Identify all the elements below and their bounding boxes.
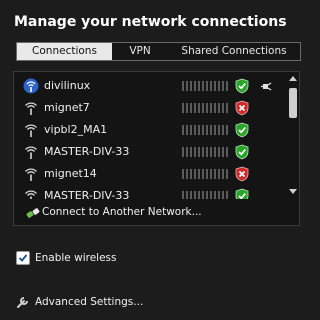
shield-check-icon bbox=[235, 188, 249, 199]
tab-shared-connections[interactable]: Shared Connections bbox=[168, 43, 300, 60]
network-name: mignet7 bbox=[44, 101, 90, 114]
network-name: divilinux bbox=[44, 79, 91, 92]
checkmark-icon bbox=[18, 254, 28, 262]
network-row-vipbl2-ma1[interactable]: vipbl2_MA1 bbox=[14, 119, 286, 141]
shield-x-icon bbox=[235, 100, 249, 116]
shield-check-icon bbox=[235, 78, 249, 94]
shield-x-icon bbox=[235, 166, 249, 182]
network-row-master-div-33[interactable]: MASTER-DIV-33 bbox=[14, 141, 286, 163]
network-name: MASTER-DIV-33 bbox=[44, 145, 130, 158]
wireless-icon bbox=[25, 146, 37, 159]
window-title: Manage your network connections bbox=[14, 14, 287, 30]
signal-strength-bars bbox=[182, 169, 228, 179]
wireless-icon bbox=[25, 102, 37, 115]
tab-connections[interactable]: Connections bbox=[17, 43, 112, 60]
scroll-up-arrow-icon[interactable] bbox=[288, 74, 298, 82]
shield-check-icon bbox=[235, 122, 249, 138]
enable-wireless-checkbox[interactable] bbox=[16, 251, 30, 265]
scrollbar-thumb[interactable] bbox=[289, 88, 297, 118]
wireless-icon bbox=[25, 190, 37, 199]
disconnect-plug-icon[interactable] bbox=[261, 80, 275, 92]
network-plug-icon bbox=[26, 208, 40, 218]
tab-vpn[interactable]: VPN bbox=[112, 43, 168, 60]
network-row-mignet14[interactable]: mignet14 bbox=[14, 163, 286, 185]
wireless-icon bbox=[25, 168, 37, 181]
connection-tabs: Connections VPN Shared Connections bbox=[16, 42, 301, 61]
network-list: divilinux mignet7 vipbl2_MA1 MASTER-DIV-… bbox=[14, 72, 286, 199]
signal-strength-bars bbox=[182, 191, 228, 199]
network-row-mignet7[interactable]: mignet7 bbox=[14, 97, 286, 119]
network-name: MASTER-DIV-33 bbox=[44, 189, 130, 199]
signal-strength-bars bbox=[182, 81, 228, 91]
advanced-settings-label: Advanced Settings... bbox=[35, 296, 144, 308]
shield-check-icon bbox=[235, 144, 249, 160]
network-list-panel: divilinux mignet7 vipbl2_MA1 MASTER-DIV-… bbox=[13, 71, 300, 226]
network-row-master-div-33-b[interactable]: MASTER-DIV-33 bbox=[14, 185, 286, 199]
signal-strength-bars bbox=[182, 125, 228, 135]
network-list-scrollbar[interactable] bbox=[288, 74, 298, 196]
wrench-icon bbox=[17, 297, 28, 308]
network-row-divilinux[interactable]: divilinux bbox=[14, 75, 286, 97]
wireless-connected-icon bbox=[23, 78, 39, 94]
wireless-icon bbox=[25, 124, 37, 137]
network-name: mignet14 bbox=[44, 167, 97, 180]
signal-strength-bars bbox=[182, 103, 228, 113]
signal-strength-bars bbox=[182, 147, 228, 157]
scroll-down-arrow-icon[interactable] bbox=[288, 188, 298, 196]
enable-wireless-label: Enable wireless bbox=[35, 252, 117, 264]
network-name: vipbl2_MA1 bbox=[44, 123, 108, 136]
connect-to-another-network-label: Connect to Another Network... bbox=[42, 206, 202, 218]
